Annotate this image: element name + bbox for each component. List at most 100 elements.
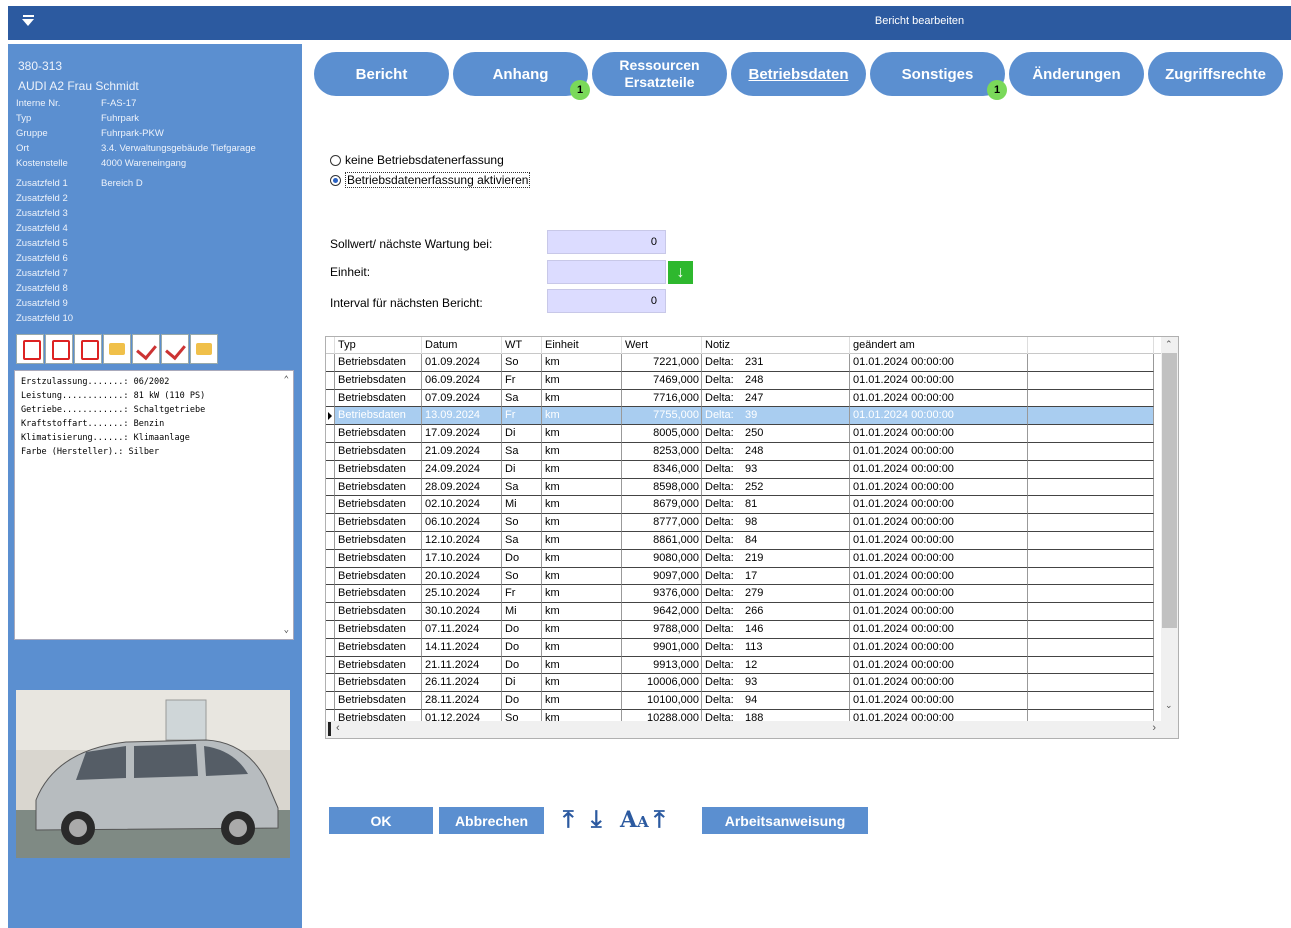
row-indicator[interactable] — [326, 656, 335, 675]
table-row[interactable]: Betriebsdaten 02.10.2024 Mi km 8679,000 Delta… — [326, 496, 1162, 515]
cell-notiz[interactable]: Delta: 231 — [702, 354, 850, 372]
cell-wert[interactable]: 9901,000 — [622, 638, 702, 657]
cell-geaendert-am[interactable]: 01.01.2024 00:00:00 — [850, 478, 1028, 497]
cell-datum[interactable]: 07.09.2024 — [422, 389, 502, 408]
cell-wt[interactable]: Sa — [502, 389, 542, 408]
cell-typ[interactable]: Betriebsdaten — [335, 407, 422, 426]
tab-betriebsdaten[interactable]: Betriebsdaten — [731, 52, 866, 96]
check-document-icon[interactable] — [132, 334, 160, 364]
cell-wert[interactable]: 9788,000 — [622, 620, 702, 639]
cell-datum[interactable]: 13.09.2024 — [422, 407, 502, 426]
cell-wt[interactable]: So — [502, 567, 542, 586]
cell-einheit[interactable]: km — [542, 371, 622, 390]
row-indicator[interactable] — [326, 407, 335, 426]
cell-notiz[interactable]: Delta: 113 — [702, 638, 850, 657]
cell-notiz[interactable]: Delta: 39 — [702, 407, 850, 426]
table-row[interactable]: Betriebsdaten 25.10.2024 Fr km 9376,000 Delta… — [326, 585, 1162, 604]
cell-einheit[interactable]: km — [542, 478, 622, 497]
cell-wt[interactable]: Fr — [502, 371, 542, 390]
table-row[interactable]: Betriebsdaten 24.09.2024 Di km 8346,000 Delta… — [326, 460, 1162, 479]
cell-datum[interactable]: 17.09.2024 — [422, 425, 502, 443]
radio-no-capture[interactable]: keine Betriebsdatenerfassung — [330, 153, 504, 167]
cell-notiz[interactable]: Delta: 98 — [702, 514, 850, 532]
cell-datum[interactable]: 26.11.2024 — [422, 674, 502, 693]
cell-einheit[interactable]: km — [542, 620, 622, 639]
cell-wert[interactable]: 8598,000 — [622, 478, 702, 497]
cell-wert[interactable]: 8777,000 — [622, 514, 702, 532]
cell-geaendert-am[interactable]: 01.01.2024 00:00:00 — [850, 371, 1028, 390]
cell-wert[interactable]: 9376,000 — [622, 585, 702, 604]
row-indicator[interactable] — [326, 603, 335, 621]
table-row[interactable]: Betriebsdaten 17.09.2024 Di km 8005,000 Delta… — [326, 425, 1162, 443]
table-row[interactable]: Betriebsdaten 01.09.2024 So km 7221,000 Delta… — [326, 354, 1162, 372]
cell-wt[interactable]: Do — [502, 620, 542, 639]
row-indicator[interactable] — [326, 692, 335, 710]
cell-notiz[interactable]: Delta: 146 — [702, 620, 850, 639]
cell-typ[interactable]: Betriebsdaten — [335, 442, 422, 461]
cell-wert[interactable]: 7716,000 — [622, 389, 702, 408]
cell-typ[interactable]: Betriebsdaten — [335, 460, 422, 479]
cell-wt[interactable]: Do — [502, 549, 542, 568]
table-row[interactable]: Betriebsdaten 30.10.2024 Mi km 9642,000 Delta… — [326, 603, 1162, 621]
table-row[interactable]: Betriebsdaten 20.10.2024 So km 9097,000 Delta… — [326, 567, 1162, 586]
cell-geaendert-am[interactable]: 01.01.2024 00:00:00 — [850, 692, 1028, 710]
cell-notiz[interactable]: Delta: 84 — [702, 531, 850, 550]
cell-einheit[interactable]: km — [542, 692, 622, 710]
pdf-icon[interactable] — [16, 334, 44, 364]
cell-wt[interactable]: So — [502, 514, 542, 532]
cell-wt[interactable]: Do — [502, 638, 542, 657]
scroll-right-icon[interactable]: › — [1152, 722, 1156, 734]
cell-notiz[interactable]: Delta: 252 — [702, 478, 850, 497]
upload-icon[interactable]: ⤒ — [654, 806, 665, 834]
cell-notiz[interactable]: Delta: 247 — [702, 389, 850, 408]
cell-wert[interactable]: 10100,000 — [622, 692, 702, 710]
cell-einheit[interactable]: km — [542, 549, 622, 568]
tab-ressourcen-ersatzteile[interactable]: Ressourcen Ersatzteile — [592, 52, 727, 96]
vertical-scrollbar[interactable]: ⌃ ⌄ — [1161, 337, 1178, 723]
cell-geaendert-am[interactable]: 01.01.2024 00:00:00 — [850, 531, 1028, 550]
table-row[interactable]: Betriebsdaten 26.11.2024 Di km 10006,000 Delt… — [326, 674, 1162, 693]
scrollbar-thumb[interactable] — [328, 722, 331, 736]
cell-geaendert-am[interactable]: 01.01.2024 00:00:00 — [850, 425, 1028, 443]
document-badge-icon[interactable] — [103, 334, 131, 364]
cell-wt[interactable]: Mi — [502, 496, 542, 515]
cell-notiz[interactable]: Delta: 250 — [702, 425, 850, 443]
cell-datum[interactable]: 14.11.2024 — [422, 638, 502, 657]
radio-button-selected[interactable] — [330, 174, 341, 186]
table-row[interactable]: Betriebsdaten 21.09.2024 Sa km 8253,000 Delta… — [326, 442, 1162, 461]
cell-einheit[interactable]: km — [542, 531, 622, 550]
cell-notiz[interactable]: Delta: 81 — [702, 496, 850, 515]
cell-notiz[interactable]: Delta: 279 — [702, 585, 850, 604]
column-header[interactable]: geändert am — [850, 337, 1028, 355]
row-indicator[interactable] — [326, 514, 335, 532]
cell-wt[interactable]: Mi — [502, 603, 542, 621]
ok-button[interactable]: OK — [329, 807, 433, 834]
cell-geaendert-am[interactable]: 01.01.2024 00:00:00 — [850, 354, 1028, 372]
cell-geaendert-am[interactable]: 01.01.2024 00:00:00 — [850, 585, 1028, 604]
document-badge-icon[interactable] — [190, 334, 218, 364]
cell-typ[interactable]: Betriebsdaten — [335, 638, 422, 657]
tab-aenderungen[interactable]: Änderungen — [1009, 52, 1144, 96]
cell-wert[interactable]: 7469,000 — [622, 371, 702, 390]
cell-typ[interactable]: Betriebsdaten — [335, 371, 422, 390]
cell-wt[interactable]: Di — [502, 425, 542, 443]
cell-datum[interactable]: 20.10.2024 — [422, 567, 502, 586]
cell-datum[interactable]: 07.11.2024 — [422, 620, 502, 639]
cell-geaendert-am[interactable]: 01.01.2024 00:00:00 — [850, 603, 1028, 621]
cell-einheit[interactable]: km — [542, 496, 622, 515]
cell-wert[interactable]: 7755,000 — [622, 407, 702, 426]
cell-einheit[interactable]: km — [542, 407, 622, 426]
cell-notiz[interactable]: Delta: 248 — [702, 371, 850, 390]
row-indicator[interactable] — [326, 549, 335, 568]
cell-einheit[interactable]: km — [542, 425, 622, 443]
table-row[interactable]: Betriebsdaten 07.11.2024 Do km 9788,000 Delta… — [326, 620, 1162, 639]
cell-einheit[interactable]: km — [542, 460, 622, 479]
vehicle-specs[interactable]: Erstzulassung.......: 06/2002 Leistung...… — [14, 370, 294, 640]
row-indicator[interactable] — [326, 389, 335, 408]
cell-geaendert-am[interactable]: 01.01.2024 00:00:00 — [850, 514, 1028, 532]
cell-notiz[interactable]: Delta: 12 — [702, 656, 850, 675]
cell-wt[interactable]: Fr — [502, 585, 542, 604]
cell-typ[interactable]: Betriebsdaten — [335, 514, 422, 532]
cell-notiz[interactable]: Delta: 93 — [702, 460, 850, 479]
table-row[interactable]: Betriebsdaten 17.10.2024 Do km 9080,000 Delta… — [326, 549, 1162, 568]
